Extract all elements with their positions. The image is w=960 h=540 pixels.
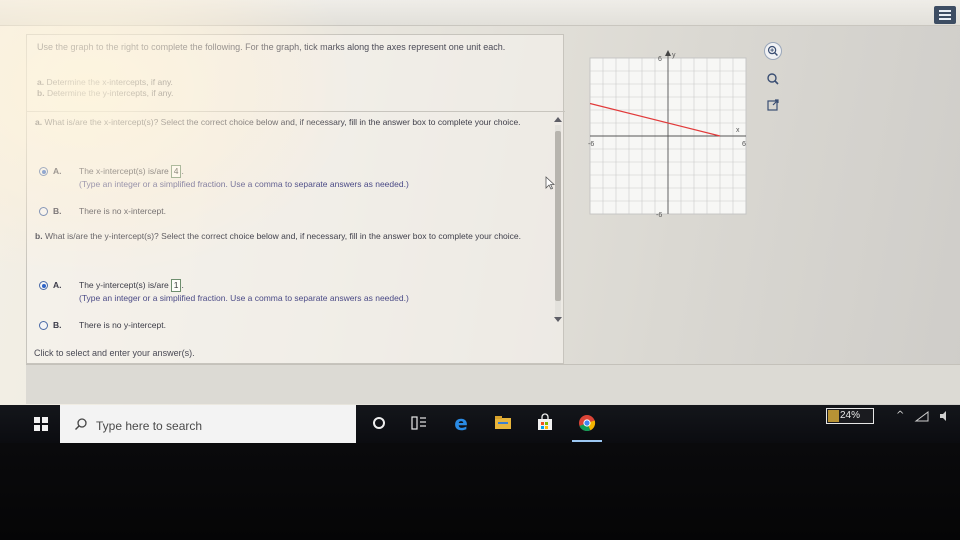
battery-label: 24%	[839, 410, 860, 421]
divider	[27, 111, 565, 112]
question-instructions: Use the graph to the right to complete t…	[37, 42, 506, 52]
choice-text: The y-intercept(s) is/are 1.	[79, 279, 184, 292]
y-max-label: 6	[658, 56, 662, 63]
mouse-cursor-icon	[545, 176, 555, 190]
desk-background	[0, 443, 960, 540]
windows-logo-icon[interactable]	[34, 417, 48, 431]
chrome-icon[interactable]	[576, 412, 598, 434]
status-text: Click to select and enter your answer(s)…	[34, 348, 195, 358]
y-intercept-answer-box[interactable]: 1	[170, 279, 182, 292]
choice-text: The x-intercept(s) is/are 4.	[79, 165, 184, 178]
radio-selected-icon[interactable]	[39, 281, 48, 290]
store-bag-icon[interactable]	[534, 412, 556, 434]
panel-scrollbar[interactable]	[552, 117, 564, 325]
x-axis-label: x	[736, 127, 740, 134]
file-explorer-icon[interactable]	[492, 412, 514, 434]
choice-text: There is no x-intercept.	[79, 206, 166, 216]
tray-overflow-icon[interactable]: ^	[896, 410, 904, 421]
scroll-thumb[interactable]	[555, 131, 561, 301]
zoom-in-icon[interactable]	[764, 42, 782, 60]
y-axis-label: y	[672, 52, 676, 59]
choice-letter: B.	[53, 206, 62, 216]
part-b-label: b.	[37, 88, 45, 98]
top-strip	[0, 0, 960, 26]
x-intercept-answer-box[interactable]: 4	[170, 165, 182, 178]
battery-indicator[interactable]: 24%	[826, 408, 874, 424]
scroll-up-icon[interactable]	[554, 117, 562, 122]
part-a-label: a.	[37, 77, 45, 87]
section-b-prompt-text: What is/are the y-intercept(s)? Select t…	[44, 231, 521, 241]
answer-bar	[26, 364, 960, 404]
x-max-label: 6	[742, 141, 746, 148]
search-icon	[75, 418, 87, 430]
part-a-text: Determine the x-intercepts, if any.	[46, 77, 173, 87]
choice-text: There is no y-intercept.	[79, 320, 166, 330]
zoom-out-icon[interactable]	[764, 70, 782, 88]
choice-a-statement: The x-intercept(s) is/are	[79, 166, 169, 176]
radio-unselected-icon[interactable]	[39, 207, 48, 216]
task-view-icon[interactable]	[408, 412, 430, 434]
menu-button[interactable]	[934, 6, 956, 24]
y-axis-arrow	[665, 50, 671, 56]
edge-browser-icon[interactable]: e	[450, 411, 472, 435]
browser-screen: Use the graph to the right to complete t…	[0, 0, 960, 405]
active-app-indicator	[572, 440, 602, 442]
section-a-label: a.	[35, 117, 43, 127]
battery-fill	[828, 410, 839, 422]
volume-icon[interactable]	[938, 410, 950, 422]
wifi-icon[interactable]	[914, 410, 930, 422]
radio-selected-icon[interactable]	[39, 167, 48, 176]
y-min-label: -6	[656, 212, 662, 219]
section-a-prompt: a. What is/are the x-intercept(s)? Selec…	[35, 117, 550, 128]
choice-a-statement: The y-intercept(s) is/are	[79, 280, 169, 290]
search-placeholder: Type here to search	[96, 419, 203, 433]
section-b-label: b.	[35, 231, 43, 241]
radio-unselected-icon[interactable]	[39, 321, 48, 330]
answer-hint: (Type an integer or a simplified fractio…	[79, 293, 409, 303]
answer-hint: (Type an integer or a simplified fractio…	[79, 179, 409, 189]
cortana-icon[interactable]	[368, 412, 390, 434]
line-graph: yx6-6-6 6	[588, 50, 747, 219]
choice-letter: A.	[53, 166, 62, 176]
section-a-prompt-text: What is/are the x-intercept(s)? Select t…	[44, 117, 521, 127]
scroll-down-icon[interactable]	[554, 317, 562, 322]
taskbar-search-box[interactable]: Type here to search	[60, 405, 356, 443]
popout-icon[interactable]	[764, 96, 782, 114]
question-panel: Use the graph to the right to complete t…	[26, 34, 565, 364]
section-b-prompt: b. What is/are the y-intercept(s)? Selec…	[35, 231, 550, 242]
question-parts: a. Determine the x-intercepts, if any. b…	[37, 77, 173, 99]
choice-letter: A.	[53, 280, 62, 290]
part-b-text: Determine the y-intercepts, if any.	[46, 88, 174, 98]
choice-letter: B.	[53, 320, 62, 330]
x-min-label: -6	[588, 141, 594, 148]
